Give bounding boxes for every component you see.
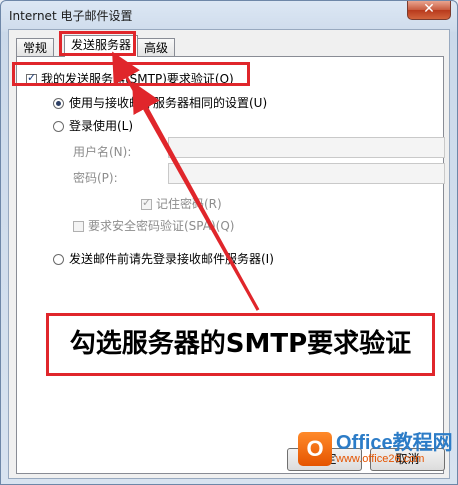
watermark-url: www.office26.com bbox=[336, 453, 425, 465]
checkmark-icon: ✓ bbox=[142, 196, 152, 209]
tab-highlight-box bbox=[59, 31, 136, 56]
password-input[interactable] bbox=[168, 163, 445, 184]
login-with-label: 登录使用(L) bbox=[69, 119, 134, 133]
close-button[interactable]: ✕ bbox=[407, 1, 451, 20]
close-icon: ✕ bbox=[423, 1, 435, 17]
window-title: Internet 电子邮件设置 bbox=[9, 9, 133, 23]
title-bar: Internet 电子邮件设置 ✕ bbox=[1, 1, 457, 29]
log-on-first-label: 发送邮件前请先登录接收邮件服务器(I) bbox=[69, 252, 274, 266]
spa-label: 要求安全密码验证(SPA)(Q) bbox=[88, 219, 235, 233]
login-with-option[interactable]: 登录使用(L) bbox=[53, 117, 133, 134]
log-on-first-radio[interactable] bbox=[53, 254, 64, 265]
watermark-text: Office教程网 bbox=[336, 432, 453, 454]
username-input[interactable] bbox=[168, 137, 445, 158]
outgoing-server-panel: ✓ 我的发送服务器(SMTP)要求验证(O) 使用与接收邮件服务器相同的设置(U)… bbox=[16, 56, 445, 474]
username-label: 用户名(N): bbox=[73, 145, 132, 159]
smtp-auth-highlight-box bbox=[12, 62, 250, 86]
office-logo-icon: O bbox=[298, 432, 332, 466]
remember-password-label: 记住密码(R) bbox=[156, 197, 222, 211]
same-settings-option[interactable]: 使用与接收邮件服务器相同的设置(U) bbox=[53, 94, 267, 111]
annotation-callout: 勾选服务器的SMTP要求验证 bbox=[46, 313, 435, 376]
password-label: 密码(P): bbox=[73, 171, 118, 185]
spa-checkbox[interactable] bbox=[73, 221, 84, 232]
spa-option[interactable]: 要求安全密码验证(SPA)(Q) bbox=[73, 217, 234, 234]
login-with-radio[interactable] bbox=[53, 121, 64, 132]
tab-general[interactable]: 常规 bbox=[16, 38, 55, 56]
dialog-client: 常规 发送服务器 高级 ✓ 我的发送服务器(SMTP)要求验证(O) 使用与接收邮… bbox=[8, 29, 450, 479]
log-on-first-option[interactable]: 发送邮件前请先登录接收邮件服务器(I) bbox=[53, 250, 274, 267]
remember-password-option[interactable]: ✓ 记住密码(R) bbox=[141, 195, 222, 212]
remember-password-checkbox[interactable]: ✓ bbox=[141, 196, 152, 210]
watermark-logo: O Office教程网 www.office26.com bbox=[298, 432, 453, 466]
tab-advanced[interactable]: 高级 bbox=[137, 38, 176, 56]
same-settings-label: 使用与接收邮件服务器相同的设置(U) bbox=[69, 96, 268, 110]
same-settings-radio[interactable] bbox=[53, 98, 64, 109]
